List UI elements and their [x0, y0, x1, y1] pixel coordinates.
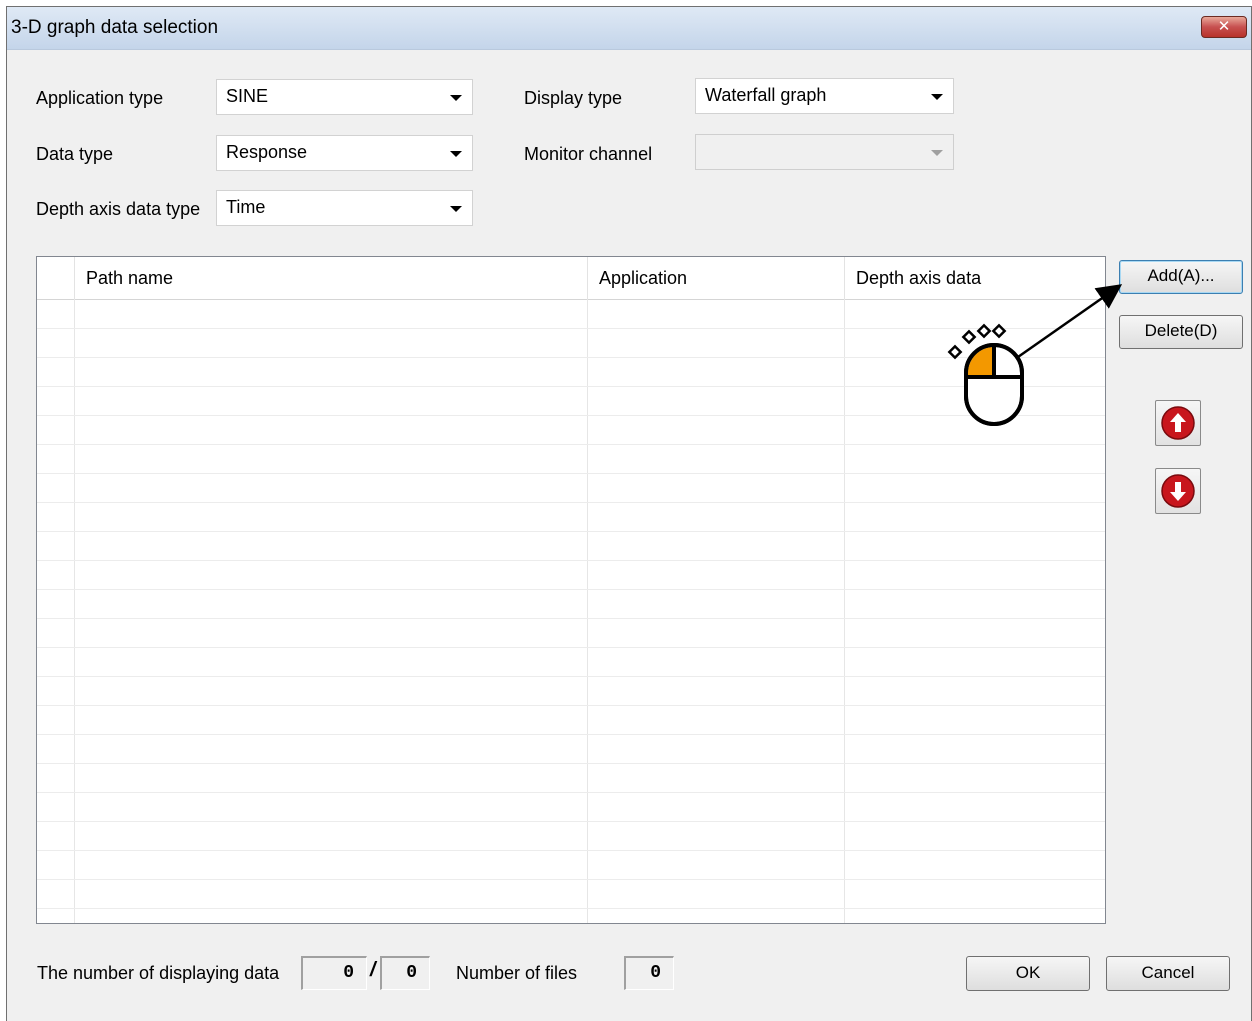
- depth-axis-data-type-value: Time: [226, 197, 266, 217]
- dialog-window: 3-D graph data selection ✕ Application t…: [6, 6, 1252, 1021]
- grid-row-line: [37, 647, 1105, 648]
- close-icon: ✕: [1217, 18, 1231, 35]
- display-type-value: Waterfall graph: [705, 85, 827, 105]
- chevron-down-icon: [931, 150, 943, 156]
- chevron-down-icon: [450, 206, 462, 212]
- number-of-files-value: 0: [624, 956, 674, 990]
- column-header-depth-axis-data[interactable]: Depth axis data: [844, 257, 1105, 299]
- column-header-path-name[interactable]: Path name: [74, 257, 587, 299]
- depth-axis-data-type-label: Depth axis data type: [36, 199, 201, 219]
- grid-column-line: [844, 299, 845, 923]
- data-grid[interactable]: Path name Application Depth axis data: [36, 256, 1106, 924]
- move-up-button[interactable]: [1155, 400, 1201, 446]
- move-down-button[interactable]: [1155, 468, 1201, 514]
- title-bar[interactable]: 3-D graph data selection ✕: [7, 7, 1251, 50]
- displaying-data-current: 0: [301, 956, 367, 990]
- depth-axis-data-type-select[interactable]: Time: [216, 190, 473, 226]
- column-header-application[interactable]: Application: [587, 257, 844, 299]
- grid-row-line: [37, 560, 1105, 561]
- grid-row-line: [37, 850, 1105, 851]
- delete-button[interactable]: Delete(D): [1119, 315, 1243, 349]
- grid-row-line: [37, 792, 1105, 793]
- grid-row-line: [37, 821, 1105, 822]
- window-title: 3-D graph data selection: [11, 17, 219, 38]
- grid-row-line: [37, 908, 1105, 909]
- grid-row-line: [37, 705, 1105, 706]
- chevron-down-icon: [450, 151, 462, 157]
- grid-row-line: [37, 357, 1105, 358]
- displaying-data-label: The number of displaying data: [37, 963, 280, 983]
- grid-column-line: [587, 299, 588, 923]
- grid-row-line: [37, 618, 1105, 619]
- cancel-button[interactable]: Cancel: [1106, 956, 1230, 991]
- display-type-select[interactable]: Waterfall graph: [695, 78, 954, 114]
- data-type-value: Response: [226, 142, 308, 162]
- grid-row-line: [37, 676, 1105, 677]
- data-type-select[interactable]: Response: [216, 135, 473, 171]
- monitor-channel-label: Monitor channel: [524, 144, 653, 164]
- grid-row-line: [37, 589, 1105, 590]
- grid-header: Path name Application Depth axis data: [37, 257, 1105, 300]
- grid-row-line: [37, 734, 1105, 735]
- chevron-down-icon: [450, 95, 462, 101]
- application-type-select[interactable]: SINE: [216, 79, 473, 115]
- grid-row-line: [37, 386, 1105, 387]
- displaying-data-total: 0: [380, 956, 430, 990]
- grid-row-line: [37, 415, 1105, 416]
- monitor-channel-select[interactable]: [695, 134, 954, 170]
- chevron-down-icon: [931, 94, 943, 100]
- arrow-up-circle-icon: [1161, 406, 1195, 440]
- display-type-label: Display type: [524, 88, 623, 108]
- application-type-label: Application type: [36, 88, 164, 108]
- grid-row-line: [37, 879, 1105, 880]
- grid-row-line: [37, 328, 1105, 329]
- close-button[interactable]: ✕: [1201, 16, 1247, 38]
- displaying-data-separator: /: [370, 959, 376, 981]
- number-of-files-label: Number of files: [456, 963, 578, 983]
- grid-column-line: [74, 299, 75, 923]
- grid-row-line: [37, 444, 1105, 445]
- arrow-down-circle-icon: [1161, 474, 1195, 508]
- grid-row-line: [37, 473, 1105, 474]
- add-button[interactable]: Add(A)...: [1119, 260, 1243, 294]
- grid-row-line: [37, 763, 1105, 764]
- application-type-value: SINE: [226, 86, 269, 106]
- grid-row-line: [37, 502, 1105, 503]
- data-type-label: Data type: [36, 144, 114, 164]
- ok-button[interactable]: OK: [966, 956, 1090, 991]
- grid-row-line: [37, 531, 1105, 532]
